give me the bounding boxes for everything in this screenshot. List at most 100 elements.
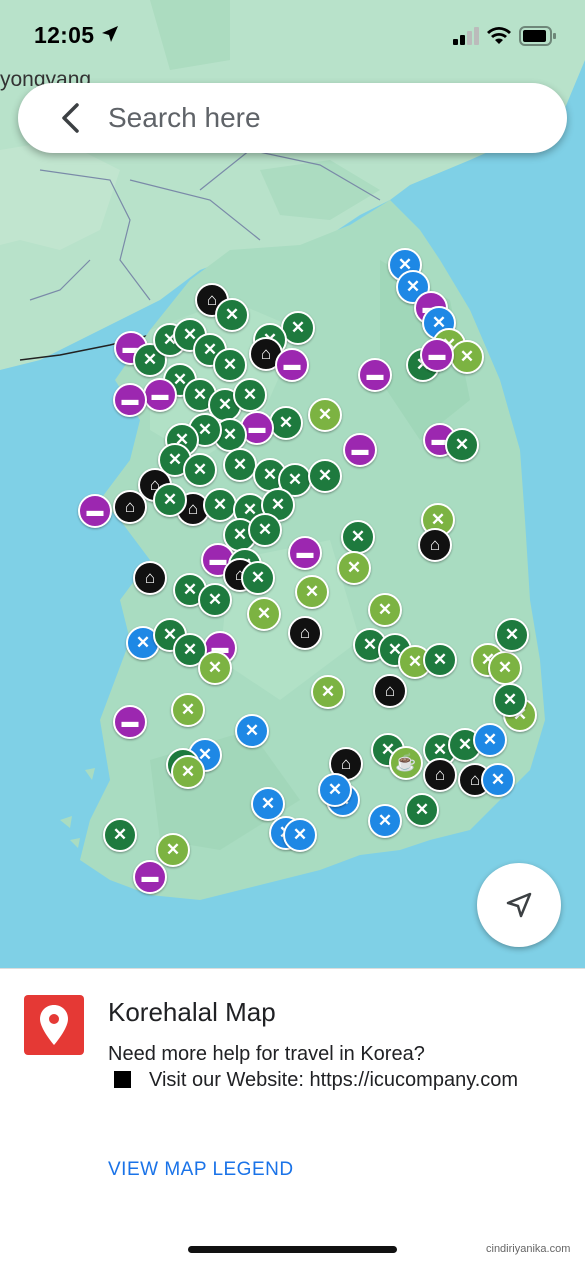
mosque-icon: ⌂ [469, 770, 481, 789]
fork-knife-icon: ✕ [182, 640, 198, 659]
fork-knife-icon: ✕ [167, 450, 183, 469]
fork-knife-icon: ✕ [135, 633, 151, 652]
map-marker-restaurant[interactable]: ✕ [183, 453, 217, 487]
fork-knife-icon: ✕ [197, 420, 213, 439]
website-text[interactable]: Visit our Website: https://icucompany.co… [149, 1069, 518, 1091]
map-view[interactable]: yongyang ✕✕▬✕✕✕✕▬⌂✕✕✕⌂▬▬✕✕✕✕✕✕▬▬✕✕✕▬✕✕▬✕… [0, 0, 585, 968]
map-marker-restaurant[interactable]: ✕ [445, 428, 479, 462]
map-marker-restaurant[interactable]: ✕ [215, 298, 249, 332]
fork-knife-icon: ✕ [182, 580, 198, 599]
fork-knife-icon: ✕ [112, 825, 128, 844]
map-marker-hotel[interactable]: ▬ [113, 383, 147, 417]
map-marker-mosque[interactable]: ⌂ [288, 616, 322, 650]
map-marker-restaurant[interactable]: ✕ [248, 513, 282, 547]
map-marker-restaurant[interactable]: ✕ [341, 520, 375, 554]
location-arrow-icon [102, 26, 118, 42]
battery-icon [519, 26, 556, 46]
search-bar[interactable] [18, 83, 567, 153]
mosque-icon: ⌂ [124, 497, 136, 516]
map-marker-restaurant[interactable]: ✕ [318, 773, 352, 807]
map-marker-restaurant[interactable]: ✕ [156, 833, 190, 867]
fork-knife-icon: ✕ [270, 495, 286, 514]
map-marker-restaurant[interactable]: ✕ [481, 763, 515, 797]
fork-knife-icon: ✕ [292, 825, 308, 844]
map-marker-restaurant[interactable]: ✕ [368, 804, 402, 838]
search-input[interactable] [108, 99, 528, 137]
map-marker-restaurant[interactable]: ✕ [235, 714, 269, 748]
map-marker-cafe[interactable]: ☕ [389, 746, 423, 780]
map-marker-hotel[interactable]: ▬ [133, 860, 167, 894]
map-pin-icon [40, 1005, 68, 1045]
map-marker-hotel[interactable]: ▬ [420, 338, 454, 372]
map-marker-hotel[interactable]: ▬ [343, 433, 377, 467]
map-marker-hotel[interactable]: ▬ [78, 494, 112, 528]
back-button[interactable] [52, 101, 88, 135]
fork-knife-icon: ✕ [317, 405, 333, 424]
my-location-button[interactable] [477, 863, 561, 947]
map-marker-restaurant[interactable]: ✕ [198, 651, 232, 685]
map-marker-restaurant[interactable]: ✕ [171, 693, 205, 727]
map-marker-restaurant[interactable]: ✕ [171, 755, 205, 789]
wifi-icon [487, 27, 511, 44]
fork-knife-icon: ✕ [257, 520, 273, 539]
fork-knife-icon: ✕ [430, 510, 446, 529]
map-marker-restaurant[interactable]: ✕ [311, 675, 345, 709]
map-marker-restaurant[interactable]: ✕ [241, 561, 275, 595]
map-marker-restaurant[interactable]: ✕ [223, 448, 257, 482]
bed-icon: ▬ [151, 385, 169, 404]
map-marker-restaurant[interactable]: ✕ [153, 483, 187, 517]
map-marker-mosque[interactable]: ⌂ [418, 528, 452, 562]
fork-knife-icon: ✕ [432, 740, 448, 759]
map-marker-restaurant[interactable]: ✕ [495, 618, 529, 652]
map-marker-restaurant[interactable]: ✕ [450, 340, 484, 374]
mosque-icon: ⌂ [144, 568, 156, 587]
black-square-icon [114, 1071, 131, 1088]
map-marker-hotel[interactable]: ▬ [113, 705, 147, 739]
map-marker-restaurant[interactable]: ✕ [473, 723, 507, 757]
map-marker-restaurant[interactable]: ✕ [308, 398, 342, 432]
map-marker-restaurant[interactable]: ✕ [493, 683, 527, 717]
cup-icon: ☕ [395, 753, 417, 772]
map-marker-restaurant[interactable]: ✕ [405, 793, 439, 827]
fork-knife-icon: ✕ [407, 652, 423, 671]
map-marker-hotel[interactable]: ▬ [358, 358, 392, 392]
fork-knife-icon: ✕ [142, 350, 158, 369]
fork-knife-icon: ✕ [432, 650, 448, 669]
fork-knife-icon: ✕ [207, 658, 223, 677]
status-time: 12:05 [34, 22, 95, 48]
fork-knife-icon: ✕ [278, 413, 294, 432]
map-marker-restaurant[interactable]: ✕ [103, 818, 137, 852]
bed-icon: ▬ [296, 543, 314, 562]
map-marker-restaurant[interactable]: ✕ [423, 643, 457, 677]
status-bar: 12:05 [0, 0, 585, 70]
map-marker-restaurant[interactable]: ✕ [488, 651, 522, 685]
map-marker-mosque[interactable]: ⌂ [113, 490, 147, 524]
map-marker-restaurant[interactable]: ✕ [247, 597, 281, 631]
map-marker-hotel[interactable]: ▬ [288, 536, 322, 570]
fork-knife-icon: ✕ [490, 770, 506, 789]
map-marker-mosque[interactable]: ⌂ [423, 758, 457, 792]
map-marker-mosque[interactable]: ⌂ [133, 561, 167, 595]
view-map-legend-link[interactable]: VIEW MAP LEGEND [108, 1159, 294, 1181]
map-marker-restaurant[interactable]: ✕ [283, 818, 317, 852]
fork-knife-icon: ✕ [212, 495, 228, 514]
fork-knife-icon: ✕ [502, 690, 518, 709]
fork-knife-icon: ✕ [162, 490, 178, 509]
map-marker-hotel[interactable]: ▬ [275, 348, 309, 382]
map-marker-restaurant[interactable]: ✕ [295, 575, 329, 609]
map-marker-restaurant[interactable]: ✕ [213, 348, 247, 382]
map-marker-mosque[interactable]: ⌂ [373, 674, 407, 708]
mosque-icon: ⌂ [340, 754, 352, 773]
info-panel: Korehalal Map Need more help for travel … [0, 968, 585, 1267]
map-marker-restaurant[interactable]: ✕ [198, 583, 232, 617]
fork-knife-icon: ✕ [287, 470, 303, 489]
map-marker-restaurant[interactable]: ✕ [233, 378, 267, 412]
map-marker-restaurant[interactable]: ✕ [308, 459, 342, 493]
map-marker-hotel[interactable]: ▬ [143, 378, 177, 412]
map-marker-restaurant[interactable]: ✕ [269, 406, 303, 440]
map-marker-restaurant[interactable]: ✕ [337, 551, 371, 585]
map-marker-restaurant[interactable]: ✕ [203, 488, 237, 522]
map-marker-restaurant[interactable]: ✕ [368, 593, 402, 627]
home-indicator[interactable] [188, 1246, 397, 1253]
bed-icon: ▬ [141, 867, 159, 886]
